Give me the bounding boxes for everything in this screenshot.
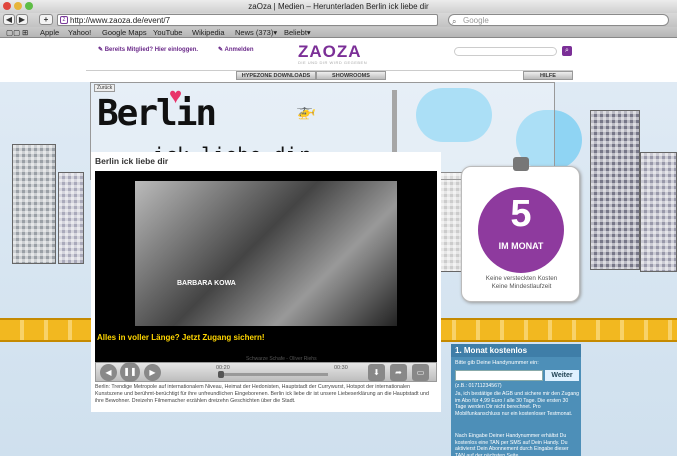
phone-input[interactable]	[455, 370, 543, 381]
time-start: 00:20	[216, 365, 230, 371]
bookmark-youtube[interactable]: YouTube	[153, 27, 182, 38]
signup-heading: 1. Monat kostenlos	[451, 344, 581, 357]
signup-box: 1. Monat kostenlos Bitte gib Deine Handy…	[451, 344, 581, 456]
rewind-icon[interactable]: ◀	[100, 364, 117, 381]
price-note-2: Keine Mindestlaufzeit	[491, 283, 552, 290]
back-link[interactable]: Zurück	[94, 84, 116, 92]
back-button[interactable]: ◀	[3, 14, 15, 25]
bookmark-beliebt[interactable]: Beliebt▾	[284, 27, 311, 38]
price-tag: 5 IM MONAT Keine versteckten Kosten Kein…	[461, 157, 581, 302]
add-bookmark-button[interactable]: +	[39, 14, 53, 25]
register-link[interactable]: ✎ Anmelden	[218, 46, 254, 53]
banner-title: Berlin	[97, 93, 217, 134]
building-illustration	[58, 172, 84, 264]
video-frame	[135, 181, 397, 326]
price-period: IM MONAT	[498, 241, 544, 251]
window-titlebar: zaOza | Medien – Herunterladen Berlin ic…	[0, 0, 677, 13]
building-illustration	[640, 152, 677, 272]
bookmarks-bar: ▢▢ ⊞ Apple Yahoo! Google Maps YouTube Wi…	[0, 27, 677, 38]
zoom-window-button[interactable]	[25, 2, 33, 10]
tan-info-text: Nach Eingabe Deiner Handynummer erhältst…	[455, 433, 569, 456]
forward-icon[interactable]: ▶	[144, 364, 161, 381]
bookmark-news[interactable]: News (373)▾	[235, 27, 277, 38]
main-content: Berlin ick liebe dir BARBARA KOWA Alles …	[91, 152, 441, 412]
tab-hypezone-downloads[interactable]: HYPEZONE DOWNLOADS	[236, 71, 316, 80]
bookmark-yahoo[interactable]: Yahoo!	[68, 27, 91, 38]
phone-label: Bitte gib Deine Handynummer ein:	[455, 360, 539, 366]
building-illustration	[590, 110, 640, 270]
window-controls	[3, 2, 33, 10]
site-search-button[interactable]: ⌕	[562, 46, 572, 56]
bookmark-google-maps[interactable]: Google Maps	[102, 27, 147, 38]
site-tagline: DIE UND DIR WIRD GEGEBEN	[298, 60, 368, 65]
minimize-window-button[interactable]	[14, 2, 22, 10]
site-logo[interactable]: ZAOZA	[298, 42, 362, 62]
site-favicon: z	[60, 16, 68, 24]
browser-toolbar: ◀ ▶ + z http://www.zaoza.de/event/7 ⌕ Go…	[0, 13, 677, 27]
video-caption: BARBARA KOWA	[177, 280, 236, 287]
search-field[interactable]: ⌕ Google	[448, 14, 669, 26]
terms-text: Ja, ich bestätige die AGB und sichere mi…	[455, 391, 579, 417]
progress-track[interactable]	[218, 371, 328, 378]
price-value: 5	[510, 193, 532, 235]
login-link[interactable]: ✎ Bereits Mitglied? Hier einloggen.	[98, 46, 198, 53]
open-book-icon[interactable]: ▢▢	[6, 27, 20, 38]
fullscreen-icon[interactable]: ▭	[412, 364, 429, 381]
forward-button[interactable]: ▶	[16, 14, 28, 25]
content-description: Berlin: Trendige Metropole auf internati…	[95, 384, 429, 404]
download-icon[interactable]: ⬇	[368, 364, 385, 381]
time-end: 00:30	[334, 365, 348, 371]
tab-hilfe[interactable]: HILFE	[523, 71, 573, 80]
site-tabs: HYPEZONE DOWNLOADS SHOWROOMS HILFE	[86, 70, 573, 80]
share-icon[interactable]: ➦	[390, 364, 407, 381]
price-badge: 5 IM MONAT	[478, 187, 564, 273]
tab-showrooms[interactable]: SHOWROOMS	[316, 71, 386, 80]
phone-example: (z.B.: 01711234567)	[455, 383, 502, 389]
search-placeholder: Google	[463, 16, 489, 25]
price-notes: Keine versteckten Kosten Keine Mindestla…	[462, 275, 581, 291]
content-title: Berlin ick liebe dir	[95, 156, 169, 166]
promo-link[interactable]: Alles in voller Länge? Jetzt Zugang sich…	[97, 333, 265, 342]
continue-button[interactable]: Weiter	[545, 370, 579, 381]
bookmark-wikipedia[interactable]: Wikipedia	[192, 27, 225, 38]
pause-button[interactable]: ❚❚	[120, 362, 140, 382]
search-icon: ⌕	[452, 17, 457, 26]
site-search-input[interactable]	[454, 47, 557, 56]
player-controls: ◀ ❚❚ ▶ 00:20 Schwarze Schafe - Oliver Ri…	[95, 356, 437, 382]
close-window-button[interactable]	[3, 2, 11, 10]
bookmark-apple[interactable]: Apple	[40, 27, 59, 38]
video-player[interactable]: BARBARA KOWA Alles in voller Länge? Jetz…	[95, 171, 437, 362]
grid-icon[interactable]: ⊞	[22, 27, 28, 38]
price-note-1: Keine versteckten Kosten	[485, 275, 558, 282]
web-page: ✎ Bereits Mitglied? Hier einloggen. ✎ An…	[0, 38, 677, 456]
progress-knob[interactable]	[218, 371, 224, 378]
helicopter-icon: 🚁	[296, 103, 316, 120]
url-text: http://www.zaoza.de/event/7	[70, 16, 171, 25]
clip-icon	[513, 157, 529, 171]
track-name: Schwarze Schafe - Oliver Riehs	[246, 356, 317, 362]
window-title: zaOza | Medien – Herunterladen Berlin ic…	[248, 2, 429, 11]
url-field[interactable]: z http://www.zaoza.de/event/7	[57, 14, 438, 26]
building-illustration	[12, 144, 56, 264]
